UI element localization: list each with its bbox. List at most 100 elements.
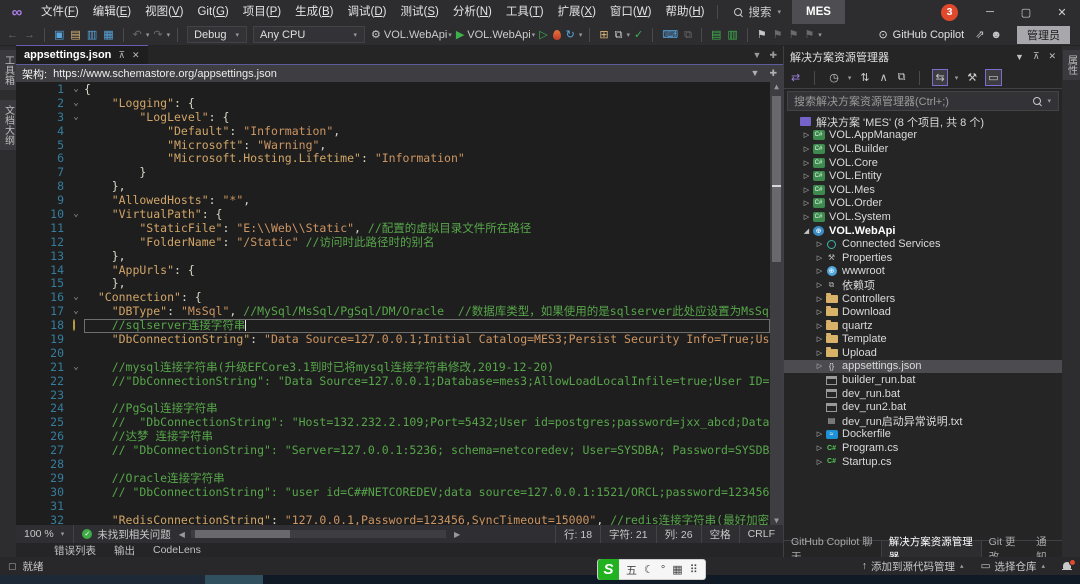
horizontal-scrollbar[interactable] <box>191 530 446 538</box>
add-to-source-control-button[interactable]: ↑ 添加到源代码管理 ▴ <box>862 559 965 574</box>
tool-window-tab[interactable]: GitHub Copilot 聊天 <box>784 541 881 557</box>
ime-punct-icon[interactable]: ° <box>661 564 665 576</box>
menu-item-v[interactable]: 视图(V) <box>138 0 190 24</box>
share-icon[interactable]: ⇗ <box>972 25 987 45</box>
open-folder-icon[interactable]: ▤ <box>67 25 83 45</box>
tree-item-template[interactable]: ▷Template <box>784 333 1062 347</box>
code-line-23[interactable]: 23 <box>16 389 770 403</box>
github-copilot-button[interactable]: ⊙ GitHub Copilot <box>878 28 964 41</box>
select-repository-button[interactable]: ▭ 选择仓库 ▴ <box>981 559 1046 574</box>
bookmark-next-icon[interactable]: ⚑ <box>786 25 802 45</box>
db-icon-2[interactable]: ▥ <box>724 25 740 45</box>
tree-item-controllers[interactable]: ▷Controllers <box>784 292 1062 306</box>
tree-item-builder-run-bat[interactable]: builder_run.bat <box>784 373 1062 387</box>
chevron-down-icon[interactable]: ▼ <box>1015 52 1024 62</box>
run-target-label[interactable]: VOL.WebApi <box>467 29 530 41</box>
notifications-bell-icon[interactable] <box>1062 562 1072 571</box>
wrench-icon[interactable]: ⚒ <box>965 70 979 85</box>
menu-item-g[interactable]: Git(G) <box>190 0 235 24</box>
code-line-22[interactable]: 22 //"DbConnectionString": "Data Source=… <box>16 375 770 389</box>
tree-item-vol-system[interactable]: ▷C#VOL.System <box>784 210 1062 224</box>
expander-icon[interactable]: ▷ <box>814 254 825 262</box>
expander-icon[interactable]: ◢ <box>801 227 812 235</box>
expander-icon[interactable]: ▷ <box>801 213 812 221</box>
menu-item-h[interactable]: 帮助(H) <box>658 0 711 24</box>
tab-appsettings-json[interactable]: appsettings.json ⊼ ✕ <box>16 45 148 64</box>
code-line-10[interactable]: 10⌄ "VirtualPath": { <box>16 208 770 222</box>
expander-icon[interactable]: ▷ <box>814 308 825 316</box>
restore-button[interactable]: ▢ <box>1008 0 1044 24</box>
add-schema-icon[interactable]: ✚ <box>769 68 777 79</box>
back-icon[interactable]: ← <box>4 25 21 45</box>
sync-icon[interactable]: ⇄ <box>789 70 802 85</box>
pin-icon[interactable]: ⊼ <box>1033 51 1040 62</box>
expander-icon[interactable]: ▷ <box>814 458 825 466</box>
browser-link-icon[interactable]: ⧉ <box>612 25 626 45</box>
expander-icon[interactable]: ▷ <box>801 145 812 153</box>
collapse-all-icon[interactable]: ∧ <box>878 70 890 85</box>
scroll-down-icon[interactable]: ▼ <box>770 516 783 525</box>
bookmark-icon[interactable]: ⚑ <box>754 25 770 45</box>
tab-list-dropdown-icon[interactable]: ▼ <box>753 50 762 61</box>
expander-icon[interactable]: ▷ <box>814 444 825 452</box>
tree-item-appsettings-json[interactable]: ▷{}appsettings.json <box>784 360 1062 374</box>
eol-indicator[interactable]: CRLF <box>739 525 783 543</box>
ime-moon-icon[interactable]: ☾ <box>644 563 654 576</box>
spellcheck-icon[interactable]: ✓ <box>631 25 646 45</box>
code-line-13[interactable]: 13 }, <box>16 250 770 264</box>
expander-icon[interactable]: ▷ <box>814 430 825 438</box>
sync-active-doc-icon[interactable]: ⇆ <box>932 69 947 86</box>
column-indicator[interactable]: 列: 26 <box>656 525 701 543</box>
line-indicator[interactable]: 行: 18 <box>555 525 600 543</box>
bookmark-clear-icon[interactable]: ⚑ <box>801 25 817 45</box>
forward-icon[interactable]: → <box>21 25 38 45</box>
tree-item-dockerfile[interactable]: ▷≈Dockerfile <box>784 428 1062 442</box>
solution-search-input[interactable]: 搜索解决方案资源管理器(Ctrl+;) ▾ <box>787 91 1059 111</box>
code-line-24[interactable]: 24 //PgSql连接字符串 <box>16 402 770 416</box>
bookmark-prev-icon[interactable]: ⚑ <box>770 25 786 45</box>
copy-path-icon[interactable]: ⧉ <box>896 70 908 85</box>
document-health-indicator[interactable]: ✓ 未找到相关问题 <box>82 527 171 542</box>
code-line-1[interactable]: 1⌄{ <box>16 83 770 97</box>
ime-softkeyboard-icon[interactable]: ▦ <box>672 563 682 576</box>
spaces-indicator[interactable]: 空格 <box>701 525 739 543</box>
right-strip-tab[interactable]: 属性 <box>1063 50 1080 80</box>
code-line-9[interactable]: 9 "AllowedHosts": "*", <box>16 194 770 208</box>
tree-item-download[interactable]: ▷Download <box>784 305 1062 319</box>
menu-item-f[interactable]: 文件(F) <box>34 0 86 24</box>
code-line-28[interactable]: 28 <box>16 458 770 472</box>
new-project-icon[interactable]: ▣ <box>51 25 67 45</box>
tree-item-quartz[interactable]: ▷quartz <box>784 319 1062 333</box>
run-icon[interactable]: ▶ <box>453 25 467 45</box>
search-box[interactable]: 搜索 ▾ <box>724 4 792 20</box>
solution-platform-dropdown[interactable]: Any CPU▾ <box>253 26 365 43</box>
zoom-dropdown[interactable]: 100 %▾ <box>16 525 74 543</box>
tree-item-dev-run-txt[interactable]: ▤dev_run启动异常说明.txt <box>784 414 1062 428</box>
copy-icon[interactable]: ⧉ <box>681 25 695 45</box>
scroll-left-icon[interactable]: ◀ <box>179 530 185 539</box>
package-icon[interactable]: ⊞ <box>596 25 611 45</box>
notification-badge[interactable]: 3 <box>941 4 958 21</box>
tree-item-vol-order[interactable]: ▷C#VOL.Order <box>784 197 1062 211</box>
expander-icon[interactable]: ▷ <box>801 199 812 207</box>
code-line-31[interactable]: 31 <box>16 500 770 514</box>
code-line-21[interactable]: 21⌄ //mysql连接字符串(升级EFCore3.1到时已将mysql连接字… <box>16 361 770 375</box>
menu-item-d[interactable]: 调试(D) <box>340 0 393 24</box>
tree-item-vol-builder[interactable]: ▷C#VOL.Builder <box>784 142 1062 156</box>
minimize-button[interactable]: ─ <box>972 0 1008 24</box>
code-line-18[interactable]: 18 //sqlserver连接字符串 <box>16 319 770 333</box>
tree-item-program-cs[interactable]: ▷C#Program.cs <box>784 441 1062 455</box>
code-line-3[interactable]: 3⌄ "LogLevel": { <box>16 111 770 125</box>
menu-item-s[interactable]: 测试(S) <box>393 0 445 24</box>
menu-item-e[interactable]: 编辑(E) <box>86 0 138 24</box>
redo-icon[interactable]: ↷ <box>150 25 165 45</box>
code-line-5[interactable]: 5 "Microsoft": "Warning", <box>16 139 770 153</box>
tree-item-wwwroot[interactable]: ▷⊕wwwroot <box>784 265 1062 279</box>
tree-item-upload[interactable]: ▷Upload <box>784 346 1062 360</box>
chevron-down-icon[interactable]: ▼ <box>751 68 760 79</box>
tree-item-vol-appmanager[interactable]: ▷C#VOL.AppManager <box>784 129 1062 143</box>
menu-item-b[interactable]: 生成(B) <box>288 0 340 24</box>
tree-item-vol-webapi[interactable]: ◢⊕VOL.WebApi <box>784 224 1062 238</box>
ime-toolbox-icon[interactable]: ⠿ <box>690 563 698 576</box>
menu-item-n[interactable]: 分析(N) <box>446 0 499 24</box>
